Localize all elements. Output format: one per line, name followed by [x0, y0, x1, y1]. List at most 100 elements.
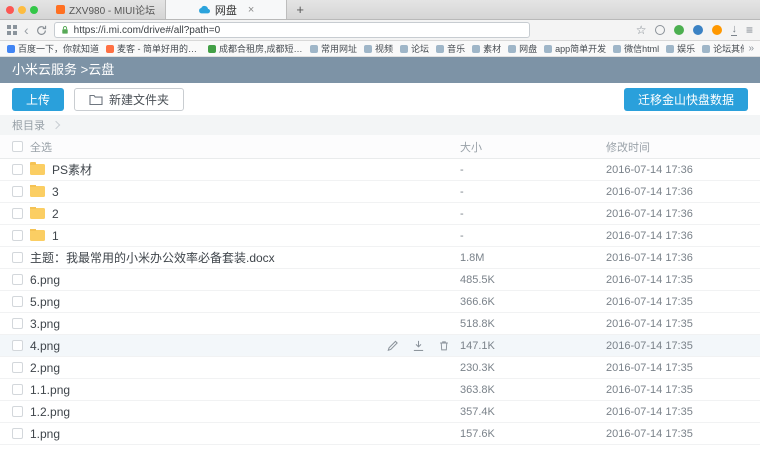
upload-button[interactable]: 上传	[12, 88, 64, 111]
row-checkbox[interactable]	[12, 208, 23, 219]
addon-icon-blue[interactable]	[693, 25, 703, 35]
bookmark-favicon	[400, 45, 408, 53]
file-modified: 2016-07-14 17:35	[606, 428, 756, 440]
table-row[interactable]: 1-2016-07-14 17:36	[0, 225, 760, 247]
zoom-window-icon[interactable]	[30, 6, 38, 14]
file-name[interactable]: 主题：我最常用的小米办公效率必备套装.docx	[30, 249, 275, 266]
file-size: 230.3K	[460, 362, 606, 374]
select-all-checkbox[interactable]	[12, 141, 23, 152]
file-name[interactable]: 3	[52, 185, 59, 199]
file-modified: 2016-07-14 17:36	[606, 186, 756, 198]
bookmark-item[interactable]: 成都合租房,成都短租房	[208, 42, 303, 55]
table-row[interactable]: PS素材-2016-07-14 17:36	[0, 159, 760, 181]
close-window-icon[interactable]	[6, 6, 14, 14]
menu-icon[interactable]: ≡	[746, 24, 753, 36]
file-size: 1.8M	[460, 252, 606, 264]
back-icon[interactable]: ‹	[24, 23, 29, 37]
table-row[interactable]: 6.png485.5K2016-07-14 17:35	[0, 269, 760, 291]
file-name[interactable]: 4.png	[30, 339, 60, 353]
row-checkbox[interactable]	[12, 164, 23, 175]
file-name[interactable]: 1.1.png	[30, 383, 70, 397]
bookmark-item[interactable]: 视频	[364, 42, 393, 55]
bookmark-item[interactable]: 网盘	[508, 42, 537, 55]
new-folder-button[interactable]: 新建文件夹	[74, 88, 184, 111]
minimize-window-icon[interactable]	[18, 6, 26, 14]
bookmarks-overflow-icon[interactable]: »	[744, 41, 760, 56]
bookmark-item[interactable]: 娱乐	[666, 42, 695, 55]
file-name-cell: 主题：我最常用的小米办公效率必备套装.docx	[30, 249, 460, 266]
table-row[interactable]: 1.2.png357.4K2016-07-14 17:35	[0, 401, 760, 423]
bookmark-item[interactable]: 论坛	[400, 42, 429, 55]
downloads-icon[interactable]: ↓	[731, 24, 737, 36]
table-row[interactable]: 2-2016-07-14 17:36	[0, 203, 760, 225]
bookmark-item[interactable]: 百度一下，你就知道	[7, 42, 99, 55]
tab-active[interactable]: 网盘 ×	[165, 0, 287, 19]
file-name[interactable]: 1.png	[30, 427, 60, 441]
file-name[interactable]: 2.png	[30, 361, 60, 375]
row-checkbox[interactable]	[12, 186, 23, 197]
addon-icon-orange[interactable]	[712, 25, 722, 35]
file-name[interactable]: 1.2.png	[30, 405, 70, 419]
bookmark-item[interactable]: 常用网址	[310, 42, 357, 55]
background-tab[interactable]: ZXV980 - MIUI论坛	[46, 0, 165, 19]
file-name[interactable]: PS素材	[52, 161, 92, 178]
row-checkbox[interactable]	[12, 362, 23, 373]
table-row[interactable]: 1.png157.6K2016-07-14 17:35	[0, 423, 760, 445]
apps-grid-icon[interactable]	[7, 25, 17, 35]
bookmark-item[interactable]: 音乐	[436, 42, 465, 55]
row-checkbox[interactable]	[12, 384, 23, 395]
folder-icon	[30, 164, 45, 175]
table-row[interactable]: 4.png147.1K2016-07-14 17:35	[0, 335, 760, 357]
table-row[interactable]: 5.png366.6K2016-07-14 17:35	[0, 291, 760, 313]
table-row[interactable]: 1.1.png363.8K2016-07-14 17:35	[0, 379, 760, 401]
address-bar[interactable]: https://i.mi.com/drive#/all?path=0	[54, 22, 530, 38]
file-name-cell: 1.1.png	[30, 383, 460, 397]
bookmark-favicon	[472, 45, 480, 53]
breadcrumb-root[interactable]: 根目录	[12, 117, 45, 133]
row-checkbox[interactable]	[12, 274, 23, 285]
bookmark-item[interactable]: 微信html	[613, 42, 659, 55]
row-checkbox[interactable]	[12, 406, 23, 417]
tab-close-icon[interactable]: ×	[248, 4, 254, 16]
reader-mode-icon[interactable]	[655, 25, 665, 35]
row-checkbox[interactable]	[12, 296, 23, 307]
file-name[interactable]: 5.png	[30, 295, 60, 309]
file-name[interactable]: 3.png	[30, 317, 60, 331]
new-tab-button[interactable]: +	[287, 0, 313, 19]
row-checkbox[interactable]	[12, 252, 23, 263]
migrate-kuaipan-button[interactable]: 迁移金山快盘数据	[624, 88, 748, 111]
file-modified: 2016-07-14 17:35	[606, 362, 756, 374]
file-name[interactable]: 2	[52, 207, 59, 221]
rename-icon[interactable]	[386, 339, 399, 352]
background-tab-title: ZXV980 - MIUI论坛	[69, 2, 155, 17]
bookmark-label: 音乐	[447, 42, 465, 55]
table-row[interactable]: 3-2016-07-14 17:36	[0, 181, 760, 203]
row-checkbox[interactable]	[12, 318, 23, 329]
file-name[interactable]: 6.png	[30, 273, 60, 287]
forum-favicon	[56, 5, 65, 14]
bookmark-label: 麦客 - 简单好用的表单	[117, 42, 201, 55]
bookmark-item[interactable]: 素材	[472, 42, 501, 55]
file-name-cell: 2.png	[30, 361, 460, 375]
addon-icon-green[interactable]	[674, 25, 684, 35]
delete-icon[interactable]	[438, 339, 450, 352]
file-name[interactable]: 1	[52, 229, 59, 243]
file-size: -	[460, 208, 606, 220]
bookmark-item[interactable]: app简单开发	[544, 42, 606, 55]
row-checkbox[interactable]	[12, 428, 23, 439]
bookmark-label: 百度一下，你就知道	[18, 42, 99, 55]
file-modified: 2016-07-14 17:36	[606, 230, 756, 242]
download-icon[interactable]	[412, 339, 425, 352]
table-row[interactable]: 主题：我最常用的小米办公效率必备套装.docx1.8M2016-07-14 17…	[0, 247, 760, 269]
table-row[interactable]: 2.png 230.3K2016-07-14 17:35	[0, 357, 760, 379]
bookmark-star-icon[interactable]: ☆	[636, 24, 647, 36]
bookmark-label: 成都合租房,成都短租房	[219, 42, 303, 55]
refresh-icon[interactable]	[36, 25, 47, 36]
bookmark-label: 论坛	[411, 42, 429, 55]
bookmark-item[interactable]: 麦客 - 简单好用的表单	[106, 42, 201, 55]
row-checkbox[interactable]	[12, 230, 23, 241]
table-row[interactable]: 3.png518.8K2016-07-14 17:35	[0, 313, 760, 335]
bookmark-label: 常用网址	[321, 42, 357, 55]
row-checkbox[interactable]	[12, 340, 23, 351]
tab-title: 网盘	[215, 2, 237, 18]
